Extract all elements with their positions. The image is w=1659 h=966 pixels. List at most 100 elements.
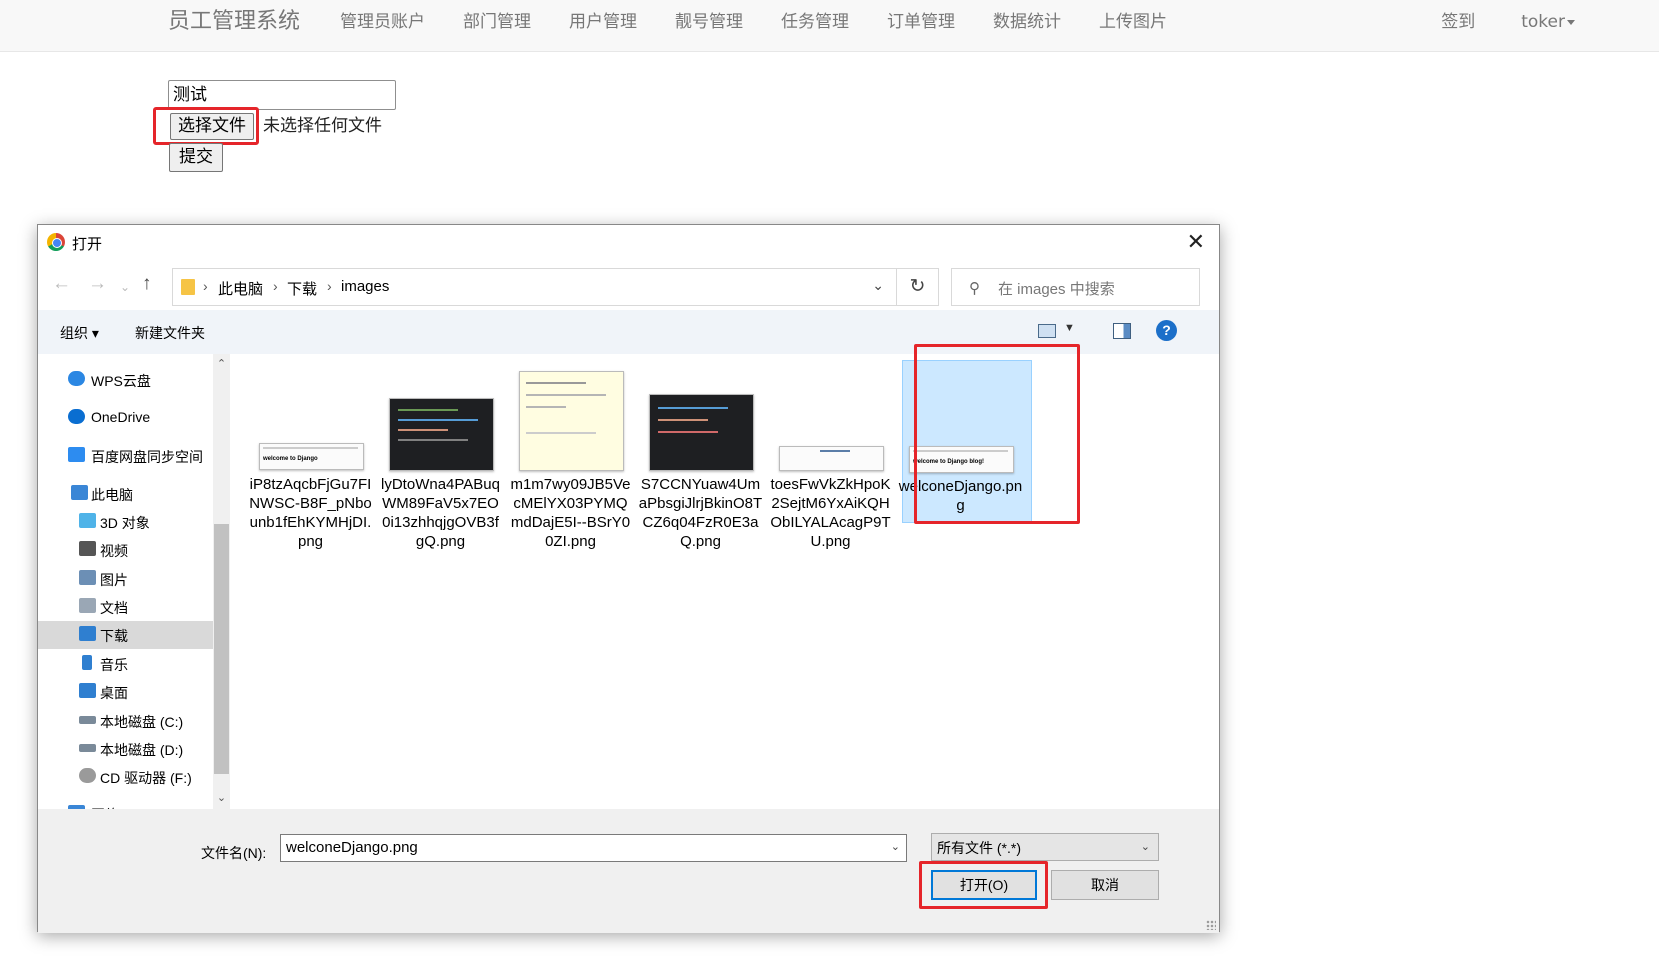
file-item[interactable]: toesFwVkZkHpoK2SejtM6YxAiKQHObILYALAcagP… [763,354,893,554]
file-item[interactable]: S7CCNYuaw4UmaPbsgiJlrjBkinO8TCZ6q04FzR0E… [633,354,763,554]
forward-arrow-icon[interactable]: → [88,274,107,294]
preview-pane-icon[interactable] [1113,323,1131,339]
dialog-footer: 文件名(N): welconeDjango.png ⌄ 所有文件 (*.*) ⌄… [38,809,1219,933]
resize-grip-icon[interactable] [1206,920,1216,930]
breadcrumb-this-pc[interactable]: 此电脑 [218,278,263,299]
open-button[interactable]: 打开(O) [931,870,1037,900]
new-folder-button[interactable]: 新建文件夹 [135,323,205,343]
nav-item-upload[interactable]: 上传图片 [1099,0,1167,44]
file-name: toesFwVkZkHpoK2SejtM6YxAiKQHObILYALAcagP… [770,476,891,550]
file-thumbnail [389,398,494,471]
nav-right: 签到 toker [1395,0,1575,44]
thumbnail-detail [658,407,728,409]
sidebar-label: 此电脑 [91,487,133,503]
sidebar-item-videos[interactable]: 视频 [38,536,213,564]
filetype-select[interactable]: 所有文件 (*.*) ⌄ [931,833,1159,861]
open-file-dialog: 打开 ✕ ← → ⌄ ↑ › 此电脑 › 下载 › images ⌄ ↻ ⚲ 在… [37,224,1220,933]
user-menu[interactable]: toker [1521,0,1575,44]
breadcrumb-downloads[interactable]: 下载 [287,278,317,299]
refresh-icon[interactable]: ↻ [897,268,939,306]
recent-dropdown-icon[interactable]: ⌄ [120,277,130,297]
submit-button[interactable]: 提交 [169,143,223,172]
search-input[interactable]: ⚲ 在 images 中搜索 [951,268,1200,306]
chevron-down-icon[interactable]: ⌄ [891,840,900,853]
sidebar-item-network[interactable]: 网络 [38,800,213,809]
dialog-title: 打开 [72,236,103,253]
nav-pane-scrollbar[interactable]: ⌃ ⌄ [213,354,230,809]
sidebar-label: OneDrive [91,409,151,425]
nav-item-task[interactable]: 任务管理 [781,0,849,44]
nav-item-order[interactable]: 订单管理 [887,0,955,44]
sidebar-item-desktop[interactable]: 桌面 [38,678,213,706]
nav-item-statistics[interactable]: 数据统计 [993,0,1061,44]
sidebar-label: 本地磁盘 (C:) [100,714,184,730]
chevron-right-icon: › [327,278,332,294]
sidebar-item-3d[interactable]: 3D 对象 [38,508,213,536]
thumbnail-detail [398,439,468,441]
file-item[interactable]: welcome to Django iP8tzAqcbFjGu7FINWSC-B… [243,354,373,554]
breadcrumb-images[interactable]: images [341,278,389,295]
sidebar-item-this-pc[interactable]: 此电脑 [38,480,213,508]
chevron-down-icon[interactable]: ⌄ [872,277,884,294]
file-thumbnail [519,371,624,471]
help-icon[interactable]: ? [1156,320,1177,341]
nav-item-admin[interactable]: 管理员账户 [340,0,425,44]
choose-file-button[interactable]: 选择文件 [170,113,254,140]
thumbnail-detail [263,447,358,449]
brand-title[interactable]: 员工管理系统 [168,8,300,36]
onedrive-icon [68,409,85,424]
view-dropdown-icon[interactable]: ▼ [1064,322,1075,334]
sidebar-item-music[interactable]: 音乐 [38,650,213,678]
sidebar-label: 下载 [100,628,128,644]
file-name: lyDtoWna4PABuqWM89FaV5x7EO0i13zhhqjgOVB3… [381,476,500,550]
file-item[interactable]: lyDtoWna4PABuqWM89FaV5x7EO0i13zhhqjgOVB3… [373,354,503,554]
file-item[interactable]: m1m7wy09JB5VecMElYX03PYMQmdDajE5I--BSrY0… [503,354,633,554]
computer-icon [71,485,88,500]
thumbnail-detail [398,429,448,431]
back-arrow-icon[interactable]: ← [52,274,71,294]
scroll-down-icon[interactable]: ⌄ [213,790,230,807]
address-row: ← → ⌄ ↑ › 此电脑 › 下载 › images ⌄ ↻ ⚲ 在 imag… [38,260,1219,310]
sidebar-item-drive-d[interactable]: 本地磁盘 (D:) [38,735,213,763]
filetype-value: 所有文件 (*.*) [937,840,1021,856]
filename-value: welconeDjango.png [286,839,418,856]
sidebar-item-onedrive[interactable]: OneDrive [38,404,213,432]
sidebar-label: WPS云盘 [91,373,151,389]
sidebar-item-cd-drive[interactable]: CD 驱动器 (F:) [38,763,213,791]
caret-down-icon [1567,19,1575,25]
file-name: S7CCNYuaw4UmaPbsgiJlrjBkinO8TCZ6q04FzR0E… [638,476,763,550]
cloud-icon [68,371,85,386]
sidebar-item-downloads[interactable]: 下载 [38,621,213,649]
view-mode-icon[interactable] [1038,324,1056,338]
file-name: iP8tzAqcbFjGu7FINWSC-B8F_pNbounb1fEhKYMH… [249,476,372,550]
sidebar-label: 3D 对象 [100,515,150,531]
sidebar-label: 音乐 [100,657,128,673]
chevron-right-icon: › [203,278,208,294]
top-navbar: 员工管理系统 管理员账户 部门管理 用户管理 靓号管理 任务管理 订单管理 数据… [0,0,1659,52]
up-arrow-icon[interactable]: ↑ [142,274,152,294]
thumbnail-caption: welcome to Django [263,456,318,462]
close-icon[interactable]: ✕ [1187,229,1205,255]
thumbnail-detail [526,394,606,396]
file-name: m1m7wy09JB5VecMElYX03PYMQmdDajE5I--BSrY0… [510,476,631,550]
sidebar-item-wps[interactable]: WPS云盘 [38,366,213,394]
sidebar-item-documents[interactable]: 文档 [38,593,213,621]
sidebar-item-baidu[interactable]: 百度网盘同步空间 [38,442,213,470]
sidebar-item-drive-c[interactable]: 本地磁盘 (C:) [38,707,213,735]
nav-item-department[interactable]: 部门管理 [463,0,531,44]
nav-item-user[interactable]: 用户管理 [569,0,637,44]
document-icon [79,598,96,613]
checkin-link[interactable]: 签到 [1441,0,1475,44]
filename-input[interactable]: welconeDjango.png ⌄ [280,834,907,862]
nav-item-pretty-number[interactable]: 靓号管理 [675,0,743,44]
scroll-thumb[interactable] [214,524,229,774]
thumbnail-detail [526,432,596,434]
sidebar-item-pictures[interactable]: 图片 [38,565,213,593]
address-bar[interactable]: › 此电脑 › 下载 › images ⌄ [172,268,897,306]
organize-menu[interactable]: 组织 ▾ [60,323,99,343]
thumbnail-detail [658,419,708,421]
thumbnail-detail [398,409,458,411]
cancel-button[interactable]: 取消 [1051,870,1159,900]
scroll-up-icon[interactable]: ⌃ [213,356,230,373]
name-input[interactable]: 测试 [168,80,396,110]
